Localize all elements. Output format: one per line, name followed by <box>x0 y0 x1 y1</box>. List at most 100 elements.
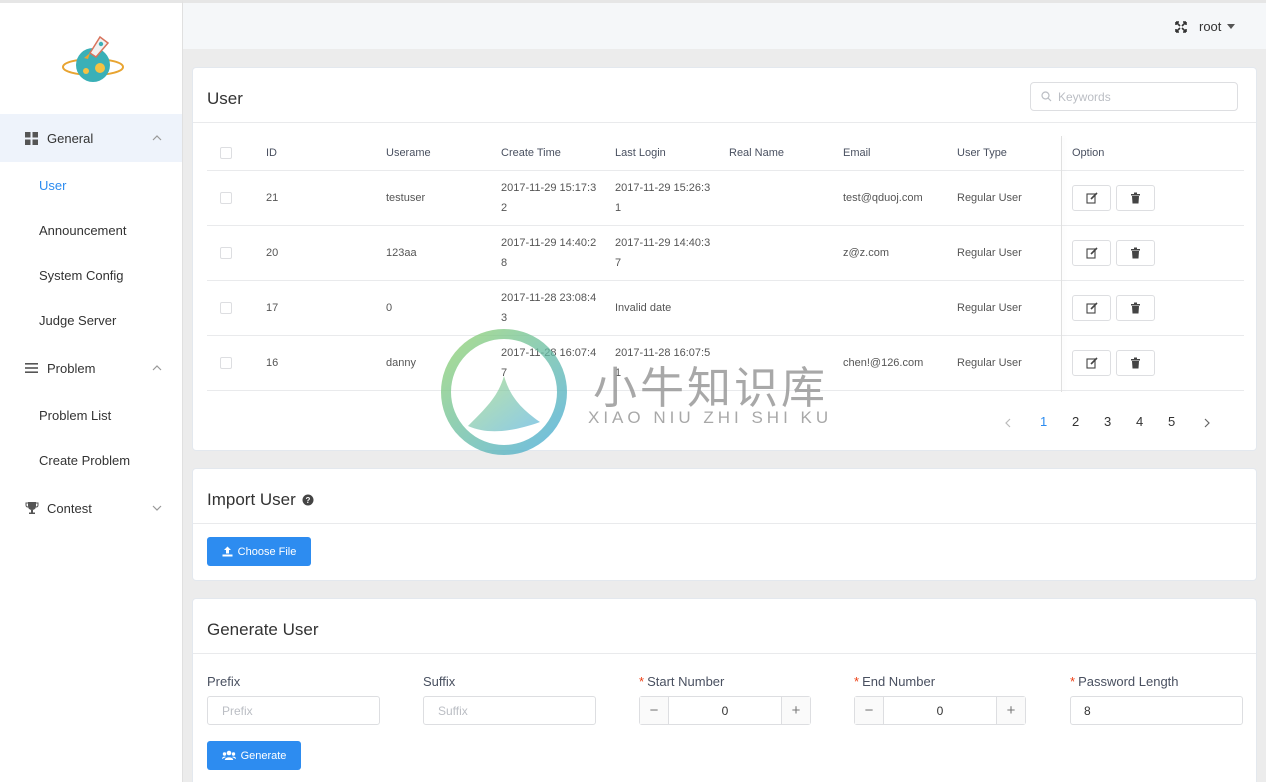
choose-file-button[interactable]: Choose File <box>207 537 311 566</box>
end-number-value[interactable]: 0 <box>883 697 997 724</box>
caret-down-icon <box>1227 24 1236 29</box>
help-icon[interactable]: ? <box>302 494 314 506</box>
menu-group-problem[interactable]: Problem <box>0 344 182 392</box>
cell-user-type: Regular User <box>957 357 1022 369</box>
sidebar-item-system-config[interactable]: System Config <box>39 268 124 283</box>
end-number-label-text: End Number <box>862 674 936 689</box>
cell-email: test@qduoj.com <box>843 192 923 204</box>
start-number-value[interactable]: 0 <box>668 697 782 724</box>
cell-create-time-wrap: 3 <box>501 312 508 324</box>
edit-icon <box>1085 247 1098 259</box>
cell-last-login: 2017-11-29 14:40:3 <box>615 237 711 249</box>
cell-username: 123aa <box>386 247 417 259</box>
row-divider <box>207 335 1244 336</box>
cell-id: 20 <box>266 247 279 259</box>
sidebar-item-create-problem[interactable]: Create Problem <box>39 453 130 468</box>
page-3[interactable]: 3 <box>1104 414 1111 429</box>
user-card-title: User <box>207 89 243 108</box>
column-header-option: Option <box>1072 147 1105 159</box>
menu-group-contest[interactable]: Contest <box>0 484 182 532</box>
decrement-button[interactable]: − <box>640 697 668 724</box>
suffix-input[interactable]: Suffix <box>423 696 596 725</box>
select-all-checkbox[interactable] <box>220 147 232 159</box>
edit-icon <box>1085 357 1098 369</box>
sidebar-item-judge-server[interactable]: Judge Server <box>39 313 116 328</box>
required-mark: * <box>639 674 645 689</box>
page-2[interactable]: 2 <box>1072 414 1079 429</box>
row-checkbox[interactable] <box>220 357 232 369</box>
user-dropdown[interactable]: root <box>1199 19 1236 34</box>
delete-user-button[interactable] <box>1116 185 1155 211</box>
chevron-left-icon[interactable] <box>1004 418 1012 428</box>
cell-create-time-wrap: 2 <box>501 202 508 214</box>
password-length-label-text: Password Length <box>1078 674 1179 689</box>
edit-user-button[interactable] <box>1072 350 1111 376</box>
column-header-user-type[interactable]: User Type <box>957 143 1007 163</box>
decrement-button[interactable]: − <box>855 697 883 724</box>
cell-last-login-wrap: 1 <box>615 367 622 379</box>
row-checkbox[interactable] <box>220 302 232 314</box>
rocket-planet-logo <box>62 35 124 82</box>
chevron-up-icon <box>152 365 162 371</box>
column-header-create-time[interactable]: Create Time <box>501 143 561 163</box>
import-user-card: Import User ? Choose File <box>192 468 1257 581</box>
column-header-real-name[interactable]: Real Name <box>729 143 784 163</box>
required-mark: * <box>1070 674 1076 689</box>
cell-last-login-wrap: 1 <box>615 202 622 214</box>
fixed-column-divider <box>1061 136 1062 392</box>
row-checkbox[interactable] <box>220 192 232 204</box>
password-length-input[interactable]: 8 <box>1070 696 1243 725</box>
end-number-stepper[interactable]: − 0 + <box>854 696 1026 725</box>
delete-user-button[interactable] <box>1116 350 1155 376</box>
delete-user-button[interactable] <box>1116 240 1155 266</box>
column-header-email[interactable]: Email <box>843 143 871 163</box>
list-icon <box>25 363 38 373</box>
start-number-label-text: Start Number <box>647 674 725 689</box>
cell-create-time: 2017-11-29 15:17:3 <box>501 182 597 194</box>
increment-button[interactable]: + <box>997 697 1025 724</box>
generate-label: Generate <box>240 749 287 762</box>
row-divider <box>207 390 1244 391</box>
trash-icon <box>1131 302 1140 314</box>
search-input[interactable]: Keywords <box>1030 82 1238 111</box>
cell-create-time-wrap: 8 <box>501 257 508 269</box>
row-divider <box>207 280 1244 281</box>
row-checkbox[interactable] <box>220 247 232 259</box>
sidebar-item-announcement[interactable]: Announcement <box>39 223 126 238</box>
user-card: User Keywords ID Userame Create Time Las… <box>192 67 1257 451</box>
sidebar-item-problem-list[interactable]: Problem List <box>39 408 111 423</box>
column-header-username[interactable]: Userame <box>386 143 431 163</box>
prefix-input[interactable]: Prefix <box>207 696 380 725</box>
cell-last-login: 2017-11-28 16:07:5 <box>615 347 711 359</box>
page-5[interactable]: 5 <box>1168 414 1175 429</box>
password-length-label: * Password Length <box>1070 674 1179 689</box>
chevron-right-icon[interactable] <box>1203 418 1211 428</box>
cell-email: z@z.com <box>843 247 890 259</box>
menu-group-general-label: General <box>47 130 94 146</box>
edit-user-button[interactable] <box>1072 185 1111 211</box>
start-number-stepper[interactable]: − 0 + <box>639 696 811 725</box>
column-header-id[interactable]: ID <box>266 143 277 163</box>
page-4[interactable]: 4 <box>1136 414 1143 429</box>
column-header-last-login[interactable]: Last Login <box>615 143 666 163</box>
card-divider <box>193 122 1256 123</box>
cell-username: testuser <box>386 192 426 204</box>
trash-icon <box>1131 247 1140 259</box>
edit-user-button[interactable] <box>1072 295 1111 321</box>
delete-user-button[interactable] <box>1116 295 1155 321</box>
cell-id: 17 <box>266 302 279 314</box>
menu-group-general[interactable]: General <box>0 114 182 162</box>
cell-create-time: 2017-11-28 23:08:4 <box>501 292 597 304</box>
suffix-placeholder: Suffix <box>438 703 468 718</box>
start-number-label: * Start Number <box>639 674 724 689</box>
sidebar: General User Announcement System Config … <box>0 0 183 782</box>
page-1[interactable]: 1 <box>1040 414 1047 429</box>
fullscreen-icon[interactable] <box>1175 21 1187 33</box>
top-header: root <box>183 0 1266 49</box>
users-icon <box>221 750 236 760</box>
increment-button[interactable]: + <box>782 697 810 724</box>
sidebar-item-user[interactable]: User <box>39 178 66 193</box>
generate-button[interactable]: Generate <box>207 741 301 770</box>
cell-user-type: Regular User <box>957 302 1022 314</box>
edit-user-button[interactable] <box>1072 240 1111 266</box>
